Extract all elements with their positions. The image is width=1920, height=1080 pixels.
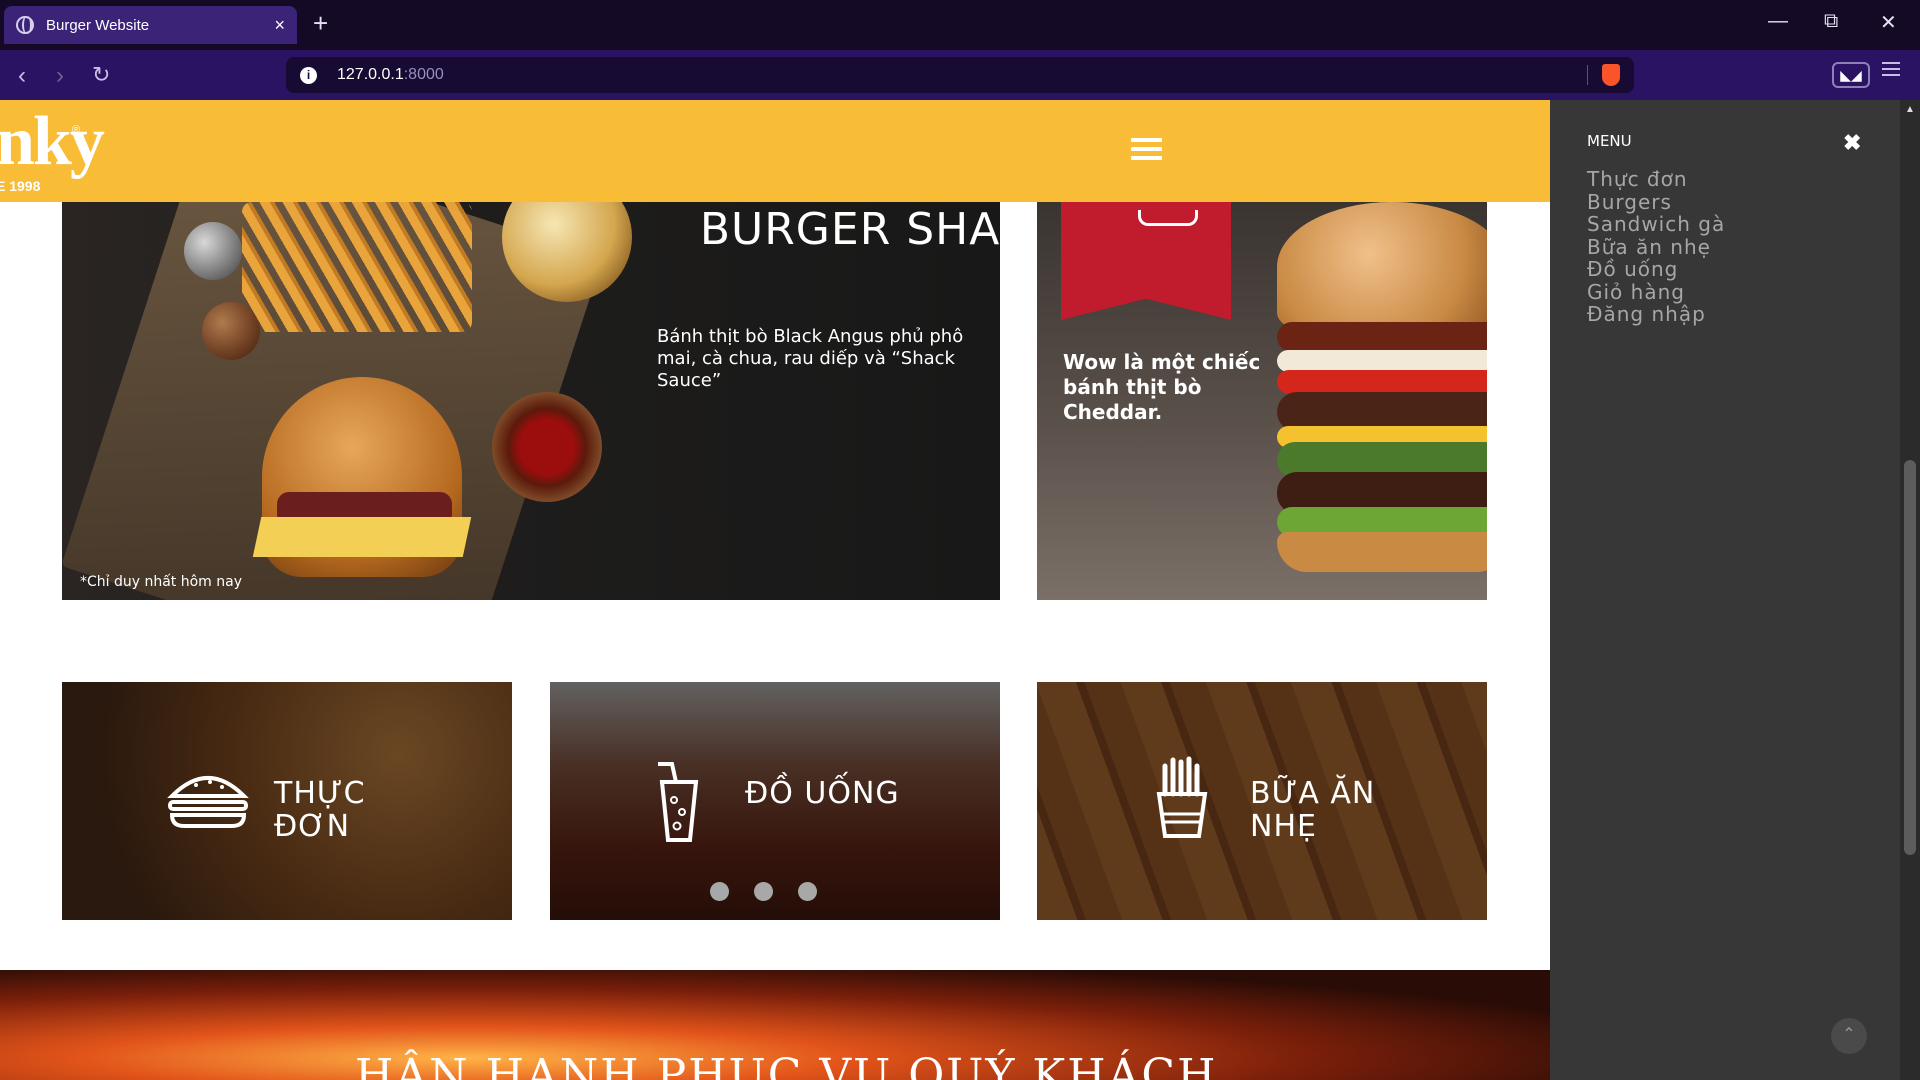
address-bar-row: ‹ › ↻ i 127.0.0.1:8000 ◣◢ xyxy=(0,50,1920,100)
carousel-dot-3[interactable] xyxy=(798,882,817,901)
burger-onion xyxy=(1277,350,1487,372)
page-scrollbar[interactable]: ▲ xyxy=(1900,100,1920,1080)
burger-icon xyxy=(167,776,249,828)
side-menu-item-drinks[interactable]: Đồ uống xyxy=(1587,258,1725,281)
burger-bottom-bun xyxy=(1277,532,1487,572)
minimize-icon[interactable]: — xyxy=(1768,10,1788,33)
burger-shack-banner[interactable]: BURGER SHACK Bánh thịt bò Black Angus ph… xyxy=(62,202,1000,600)
big-burger-image xyxy=(1277,202,1487,582)
fire-section: HÂN HẠNH PHỤC VỤ QUÝ KHÁCH xyxy=(0,970,1550,1080)
address-separator xyxy=(1587,65,1588,85)
category-card-snacks[interactable]: BỮA ĂN NHẸ xyxy=(1037,682,1487,920)
web-page: nky ® E 1998 BURGER SHACK Bánh thịt bò B… xyxy=(0,100,1550,1080)
banner-title: BURGER SHACK xyxy=(699,204,1000,255)
burger-top-bun xyxy=(1277,202,1487,332)
ketchup-bowl-image xyxy=(492,392,602,502)
tab-close-icon[interactable]: × xyxy=(274,15,285,36)
carousel-dot-1[interactable] xyxy=(710,882,729,901)
cheddar-text: Wow là một chiếc bánh thịt bò Cheddar. xyxy=(1063,350,1261,424)
site-logo[interactable]: nky xyxy=(0,107,105,177)
tab-title: Burger Website xyxy=(46,16,150,34)
logo-registered-mark: ® xyxy=(72,124,81,136)
restore-icon[interactable]: ⧉ xyxy=(1824,10,1838,33)
browser-tab-bar: Burger Website × + — ⧉ ✕ xyxy=(0,0,1920,50)
url-host: 127.0.0.1 xyxy=(337,66,404,83)
burger-bacon xyxy=(1277,322,1487,352)
side-menu-item-snacks[interactable]: Bữa ăn nhẹ xyxy=(1587,235,1725,259)
scrollbar-thumb[interactable] xyxy=(1904,460,1916,855)
category-card-menu[interactable]: THỰC ĐƠN xyxy=(62,682,512,920)
globe-icon xyxy=(16,16,34,34)
site-info-icon[interactable]: i xyxy=(300,66,317,84)
forward-icon[interactable]: › xyxy=(56,62,64,90)
reload-icon[interactable]: ↻ xyxy=(92,62,110,88)
cheddar-banner[interactable]: Wow là một chiếc bánh thịt bò Cheddar. xyxy=(1037,202,1487,600)
close-icon[interactable]: ✖ xyxy=(1843,130,1861,156)
side-menu-item-cart[interactable]: Giỏ hàng xyxy=(1587,280,1725,304)
salt-shaker-image xyxy=(184,222,242,280)
new-tab-icon[interactable]: + xyxy=(313,8,328,39)
side-menu-list: Thực đơn Burgers Sandwich gà Bữa ăn nhẹ … xyxy=(1587,168,1725,326)
scroll-up-arrow-icon[interactable]: ▲ xyxy=(1905,104,1915,115)
burger-tomato xyxy=(1277,370,1487,394)
site-header: nky ® E 1998 xyxy=(0,100,1550,202)
category-card-drinks[interactable]: ĐỒ UỐNG xyxy=(550,682,1000,920)
burger-outline-icon xyxy=(1138,210,1198,226)
banner-note: *Chỉ duy nhất hôm nay xyxy=(80,574,243,590)
hamburger-menu-icon[interactable] xyxy=(1131,138,1162,164)
side-menu-title: MENU xyxy=(1587,132,1632,150)
fries-image xyxy=(242,202,472,332)
brave-shield-icon[interactable] xyxy=(1602,64,1620,86)
logo-since-text: E 1998 xyxy=(0,178,41,194)
side-menu-item-burgers[interactable]: Burgers xyxy=(1587,190,1725,214)
burger-cheese-image xyxy=(252,517,472,557)
soda-cup-icon xyxy=(658,762,699,842)
category-label-menu: THỰC ĐƠN xyxy=(274,776,366,844)
vpn-glasses-icon[interactable]: ◣◢ xyxy=(1832,62,1870,88)
browser-menu-icon[interactable] xyxy=(1882,62,1900,76)
back-icon[interactable]: ‹ xyxy=(18,62,26,90)
carousel-dots xyxy=(710,882,817,901)
pepper-shaker-image xyxy=(202,302,260,360)
url-port: :8000 xyxy=(403,66,444,83)
url-field[interactable]: i 127.0.0.1:8000 xyxy=(286,57,1634,93)
browser-tab[interactable]: Burger Website × xyxy=(4,6,297,44)
carousel-dot-2[interactable] xyxy=(754,882,773,901)
section-title: HÂN HẠNH PHỤC VỤ QUÝ KHÁCH xyxy=(355,1050,1218,1080)
banner-description: Bánh thịt bò Black Angus phủ phô mai, cà… xyxy=(657,326,964,391)
window-close-icon[interactable]: ✕ xyxy=(1880,10,1897,35)
side-menu-item-chicken-sandwich[interactable]: Sandwich gà xyxy=(1587,213,1725,236)
category-label-snacks: BỮA ĂN NHẸ xyxy=(1250,776,1376,844)
category-label-drinks: ĐỒ UỐNG xyxy=(745,776,900,811)
side-menu-panel: MENU ✖ Thực đơn Burgers Sandwich gà Bữa … xyxy=(1550,100,1900,1080)
side-menu-item-login[interactable]: Đăng nhập xyxy=(1587,303,1725,326)
fries-icon xyxy=(1156,756,1208,838)
side-menu-item-menu[interactable]: Thực đơn xyxy=(1587,168,1725,191)
scroll-to-top-icon[interactable]: ⌃ xyxy=(1831,1018,1867,1054)
red-ribbon xyxy=(1061,202,1231,320)
